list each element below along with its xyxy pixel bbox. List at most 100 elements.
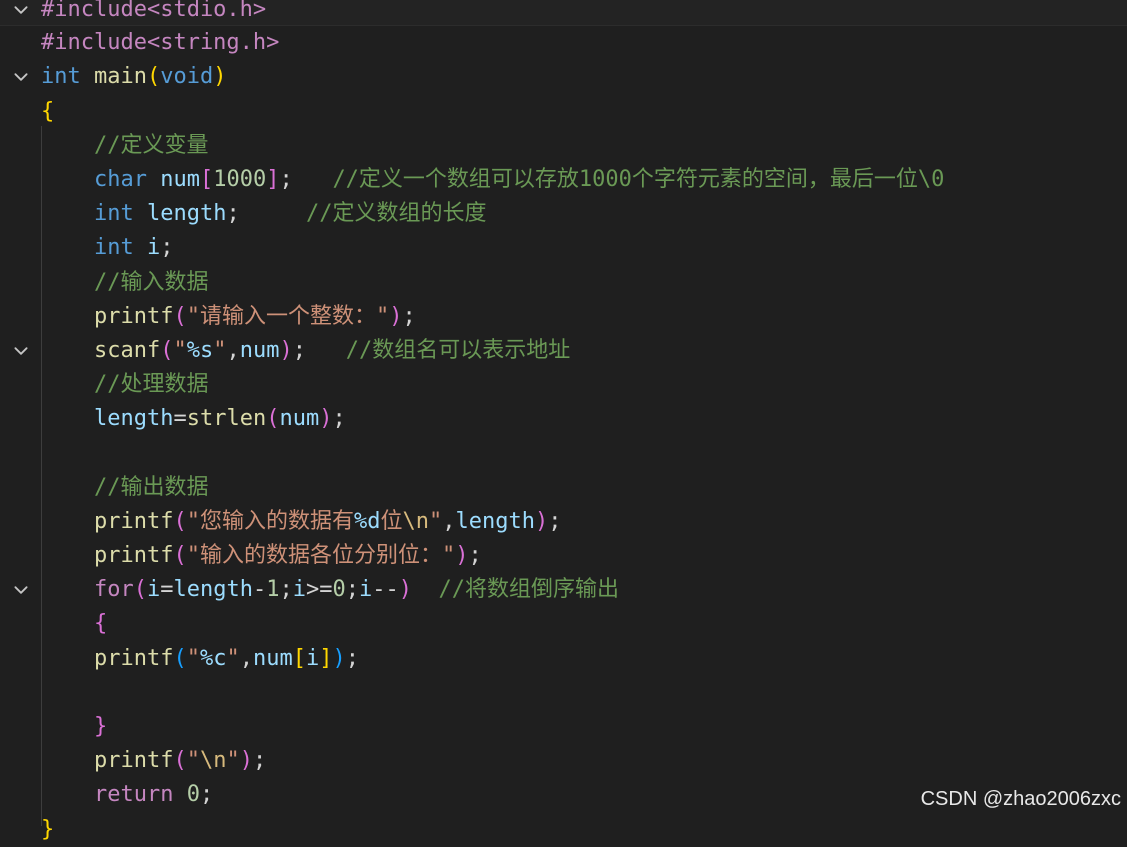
code-token: num bbox=[279, 406, 320, 432]
code-line[interactable]: //处理数据 bbox=[0, 368, 1127, 402]
code-line[interactable]: #include<stdio.h> bbox=[0, 0, 1127, 27]
code-token: ) bbox=[398, 577, 412, 603]
code-text: int i; bbox=[41, 231, 174, 265]
code-token: >= bbox=[305, 577, 333, 603]
code-token: //输出数据 bbox=[41, 474, 209, 500]
code-text: //定义变量 bbox=[41, 129, 209, 163]
code-token: ; bbox=[292, 337, 346, 363]
code-token: ; bbox=[252, 748, 267, 774]
code-token: ; bbox=[468, 543, 482, 568]
code-token: int bbox=[93, 235, 134, 261]
code-text: return 0; bbox=[41, 778, 213, 812]
code-token: return bbox=[93, 782, 174, 808]
chevron-down-icon[interactable] bbox=[10, 573, 32, 607]
code-token: " bbox=[186, 748, 200, 774]
code-text: char num[1000]; //定义一个数组可以存放1000个字符元素的空间… bbox=[41, 163, 944, 197]
code-line[interactable]: } bbox=[0, 710, 1127, 744]
code-token: ; bbox=[160, 235, 174, 261]
code-line[interactable]: //定义变量 bbox=[0, 129, 1127, 163]
code-line[interactable]: printf("%c",num[i]); bbox=[0, 642, 1127, 676]
code-token: printf bbox=[93, 748, 174, 774]
code-line[interactable]: printf("输入的数据各位分别位："); bbox=[0, 539, 1127, 573]
code-token: } bbox=[93, 713, 108, 739]
code-line[interactable]: //输出数据 bbox=[0, 471, 1127, 505]
code-token: ] bbox=[319, 645, 333, 671]
code-line[interactable]: int length; //定义数组的长度 bbox=[0, 197, 1127, 231]
code-text: { bbox=[41, 95, 54, 129]
chevron-down-icon[interactable] bbox=[10, 0, 32, 27]
chevron-down-icon[interactable] bbox=[10, 60, 32, 94]
code-line[interactable]: scanf("%s",num); //数组名可以表示地址 bbox=[0, 334, 1127, 368]
code-line[interactable]: //输入数据 bbox=[0, 266, 1127, 300]
code-line[interactable]: length=strlen(num); bbox=[0, 402, 1127, 436]
code-token: ) bbox=[455, 543, 469, 568]
code-token: #include<stdio.h> bbox=[41, 0, 267, 22]
code-token: "您输入的数据有 bbox=[186, 508, 354, 534]
code-token: = bbox=[160, 577, 174, 603]
code-token: %c bbox=[199, 645, 227, 671]
code-line[interactable]: { bbox=[0, 95, 1127, 129]
code-token: //定义一个数组可以存放1000个字符元素的空间，最后一位\0 bbox=[332, 166, 945, 192]
code-text: scanf("%s",num); //数组名可以表示地址 bbox=[41, 334, 570, 368]
code-line[interactable]: int main(void) bbox=[0, 60, 1127, 94]
code-line[interactable]: printf("请输入一个整数："); bbox=[0, 300, 1127, 334]
code-line[interactable]: } bbox=[0, 813, 1127, 847]
code-token: , bbox=[442, 508, 456, 534]
code-line[interactable] bbox=[0, 436, 1127, 470]
code-token: - bbox=[252, 577, 267, 603]
code-token: length bbox=[173, 577, 253, 603]
code-token: " bbox=[226, 645, 240, 671]
code-token: ) bbox=[389, 303, 403, 329]
code-token: num bbox=[239, 337, 280, 363]
code-line[interactable]: printf("\n"); bbox=[0, 744, 1127, 778]
code-token: //数组名可以表示地址 bbox=[345, 337, 571, 363]
code-line[interactable] bbox=[0, 676, 1127, 710]
code-token: 0 bbox=[332, 577, 346, 603]
code-token: i bbox=[146, 235, 161, 261]
code-line[interactable]: { bbox=[0, 607, 1127, 641]
code-token: ] bbox=[266, 166, 280, 192]
code-token: scanf bbox=[93, 337, 161, 363]
code-token: 0 bbox=[186, 782, 200, 808]
code-text: printf("您输入的数据有%d位\n",length); bbox=[41, 505, 561, 539]
code-token: " bbox=[186, 645, 200, 671]
code-text: int length; //定义数组的长度 bbox=[41, 197, 486, 231]
code-token: ; bbox=[402, 303, 416, 329]
code-line[interactable]: printf("您输入的数据有%d位\n",length); bbox=[0, 505, 1127, 539]
code-token: ) bbox=[332, 645, 346, 671]
code-token: ; bbox=[279, 166, 333, 192]
code-token: main bbox=[94, 64, 147, 90]
code-line[interactable]: int i; bbox=[0, 231, 1127, 265]
code-line[interactable]: for(i=length-1;i>=0;i--) //将数组倒序输出 bbox=[0, 573, 1127, 607]
code-token: ( bbox=[173, 645, 187, 671]
code-token: } bbox=[41, 816, 55, 842]
code-token: " bbox=[428, 508, 443, 534]
code-token: ( bbox=[173, 508, 187, 534]
code-token: length bbox=[93, 406, 174, 432]
code-token: for bbox=[93, 577, 134, 603]
code-token: #include<string.h> bbox=[41, 30, 280, 56]
code-token: char bbox=[93, 166, 147, 192]
code-text: //处理数据 bbox=[41, 368, 209, 402]
code-editor[interactable]: #include<stdio.h> #include<string.h> int m… bbox=[0, 0, 1127, 847]
code-token: strlen bbox=[186, 406, 267, 432]
code-token: printf bbox=[93, 645, 174, 671]
code-line[interactable]: #include<string.h> bbox=[0, 26, 1127, 60]
code-token: length bbox=[455, 508, 535, 534]
chevron-down-icon[interactable] bbox=[10, 334, 32, 368]
code-line[interactable]: char num[1000]; //定义一个数组可以存放1000个字符元素的空间… bbox=[0, 163, 1127, 197]
code-token: 1 bbox=[266, 577, 280, 603]
code-token: "输入的数据各位分别位：" bbox=[186, 543, 456, 568]
code-token: ; bbox=[279, 577, 293, 603]
code-token: //输入数据 bbox=[41, 269, 209, 295]
code-text: printf("\n"); bbox=[41, 744, 266, 778]
code-token: ; bbox=[548, 508, 562, 534]
